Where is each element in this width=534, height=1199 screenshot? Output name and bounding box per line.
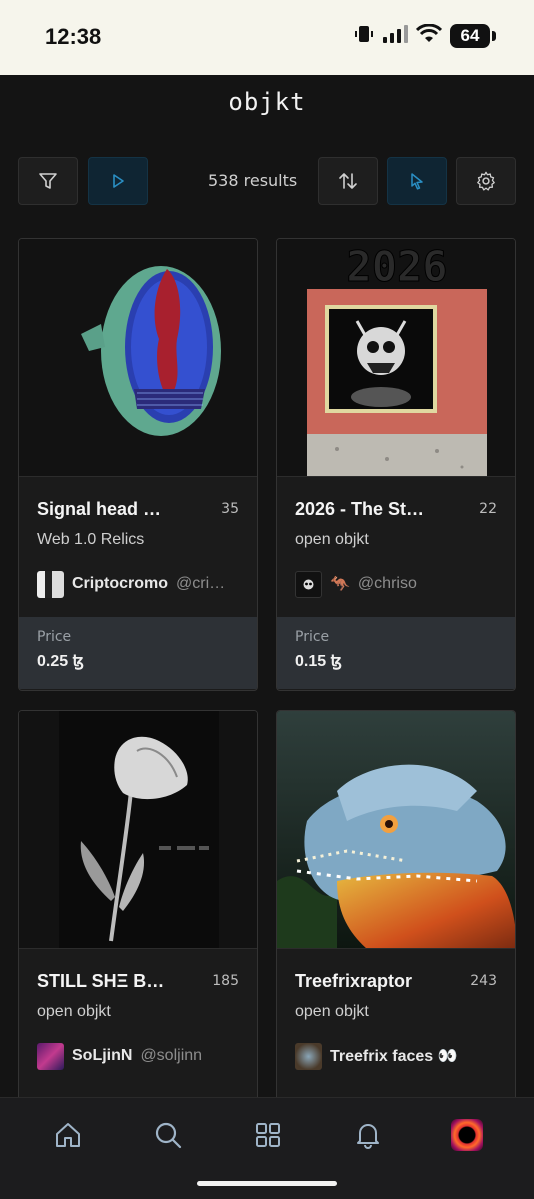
creator-row[interactable]: SoLjinN @soljinn: [37, 1042, 247, 1070]
results-count: 538 results: [208, 171, 298, 190]
cursor-icon: [411, 173, 423, 190]
wifi-icon: [415, 23, 443, 48]
token-info: STILL SHΞ B… 185 open objkt SoLjinN @sol…: [19, 949, 257, 1089]
nav-notifications[interactable]: [351, 1118, 385, 1152]
token-title: 2026 - The St…: [295, 499, 425, 519]
token-artwork[interactable]: [19, 239, 257, 477]
play-icon: [113, 174, 124, 188]
battery-indicator: 64: [450, 24, 496, 48]
token-edition-count: 35: [221, 501, 239, 517]
token-artwork[interactable]: [277, 711, 515, 949]
creator-name: Criptocromo: [72, 575, 168, 592]
creator-row[interactable]: Criptocromo @cri…: [37, 570, 247, 598]
creator-avatar: [295, 570, 322, 598]
artwork-banner-text: 2026: [346, 242, 447, 291]
creator-emoji: 🦘: [330, 576, 350, 593]
price-value: 0.15 ꜩ: [295, 653, 342, 670]
nav-search[interactable]: [151, 1118, 185, 1152]
filter-button[interactable]: [18, 157, 78, 205]
collection-name[interactable]: open objkt: [37, 1003, 111, 1021]
signal-icon: [382, 24, 408, 48]
creator-avatar: [37, 1042, 64, 1070]
token-card[interactable]: 2026 2026 - The St… 22 open objkt 🦘 @chr…: [276, 238, 516, 691]
creator-handle: @soljinn: [140, 1047, 203, 1064]
search-icon: [155, 1122, 182, 1149]
token-title: Signal head …: [37, 499, 162, 519]
sort-button[interactable]: [318, 157, 378, 205]
creator-avatar: [37, 570, 64, 598]
bell-icon: [357, 1124, 379, 1149]
status-icons: 64: [354, 23, 496, 48]
home-indicator[interactable]: [197, 1181, 337, 1186]
creator-handle: @chriso: [357, 575, 417, 592]
token-edition-count: 243: [470, 973, 497, 989]
creator-handle: @cri…: [176, 575, 226, 592]
app-title: objkt: [228, 88, 306, 116]
gear-icon: [477, 171, 495, 191]
home-icon: [56, 1123, 80, 1147]
nav-profile[interactable]: [450, 1118, 484, 1152]
filter-icon: [39, 173, 57, 189]
collection-name[interactable]: open objkt: [295, 531, 369, 549]
nav-browse[interactable]: [251, 1118, 285, 1152]
token-card[interactable]: STILL SHΞ B… 185 open objkt SoLjinN @sol…: [18, 710, 258, 1110]
collection-name[interactable]: Web 1.0 Relics: [37, 531, 144, 549]
price-panel: Price 0.25 ꜩ: [19, 617, 257, 689]
token-info: Treefrixraptor 243 open objkt Treefrix f…: [277, 949, 515, 1089]
creator-name: Treefrix faces 👀: [330, 1048, 458, 1065]
sort-icon: [339, 173, 357, 189]
grid-icon: [256, 1123, 280, 1147]
token-card[interactable]: Treefrixraptor 243 open objkt Treefrix f…: [276, 710, 516, 1110]
play-toggle-button[interactable]: [88, 157, 148, 205]
creator-avatar: [295, 1042, 322, 1070]
pointer-toggle-button[interactable]: [387, 157, 447, 205]
orientation-lock-icon: [354, 24, 374, 48]
toolbar: 538 results: [18, 157, 516, 205]
price-panel: Price 0.15 ꜩ: [277, 617, 515, 689]
profile-avatar: [451, 1119, 483, 1151]
token-edition-count: 185: [212, 973, 239, 989]
collection-name[interactable]: open objkt: [295, 1003, 369, 1021]
nav-home[interactable]: [51, 1118, 85, 1152]
status-bar: 12:38 64: [0, 0, 534, 75]
price-label: Price: [295, 629, 330, 645]
price-value: 0.25 ꜩ: [37, 653, 84, 670]
creator-row[interactable]: Treefrix faces 👀: [295, 1042, 505, 1070]
settings-button[interactable]: [456, 157, 516, 205]
token-title: Treefrixraptor: [295, 971, 413, 991]
token-artwork[interactable]: [19, 711, 257, 949]
token-artwork[interactable]: 2026: [277, 239, 515, 477]
status-time: 12:38: [45, 24, 102, 49]
token-card[interactable]: Signal head … 35 Web 1.0 Relics Criptocr…: [18, 238, 258, 691]
token-info: Signal head … 35 Web 1.0 Relics Criptocr…: [19, 477, 257, 617]
token-title: STILL SHΞ B…: [37, 971, 165, 991]
token-edition-count: 22: [479, 501, 497, 517]
price-label: Price: [37, 629, 72, 645]
creator-row[interactable]: 🦘 @chriso: [295, 570, 505, 598]
creator-name: SoLjinN: [72, 1047, 133, 1064]
token-info: 2026 - The St… 22 open objkt 🦘 @chriso: [277, 477, 515, 617]
